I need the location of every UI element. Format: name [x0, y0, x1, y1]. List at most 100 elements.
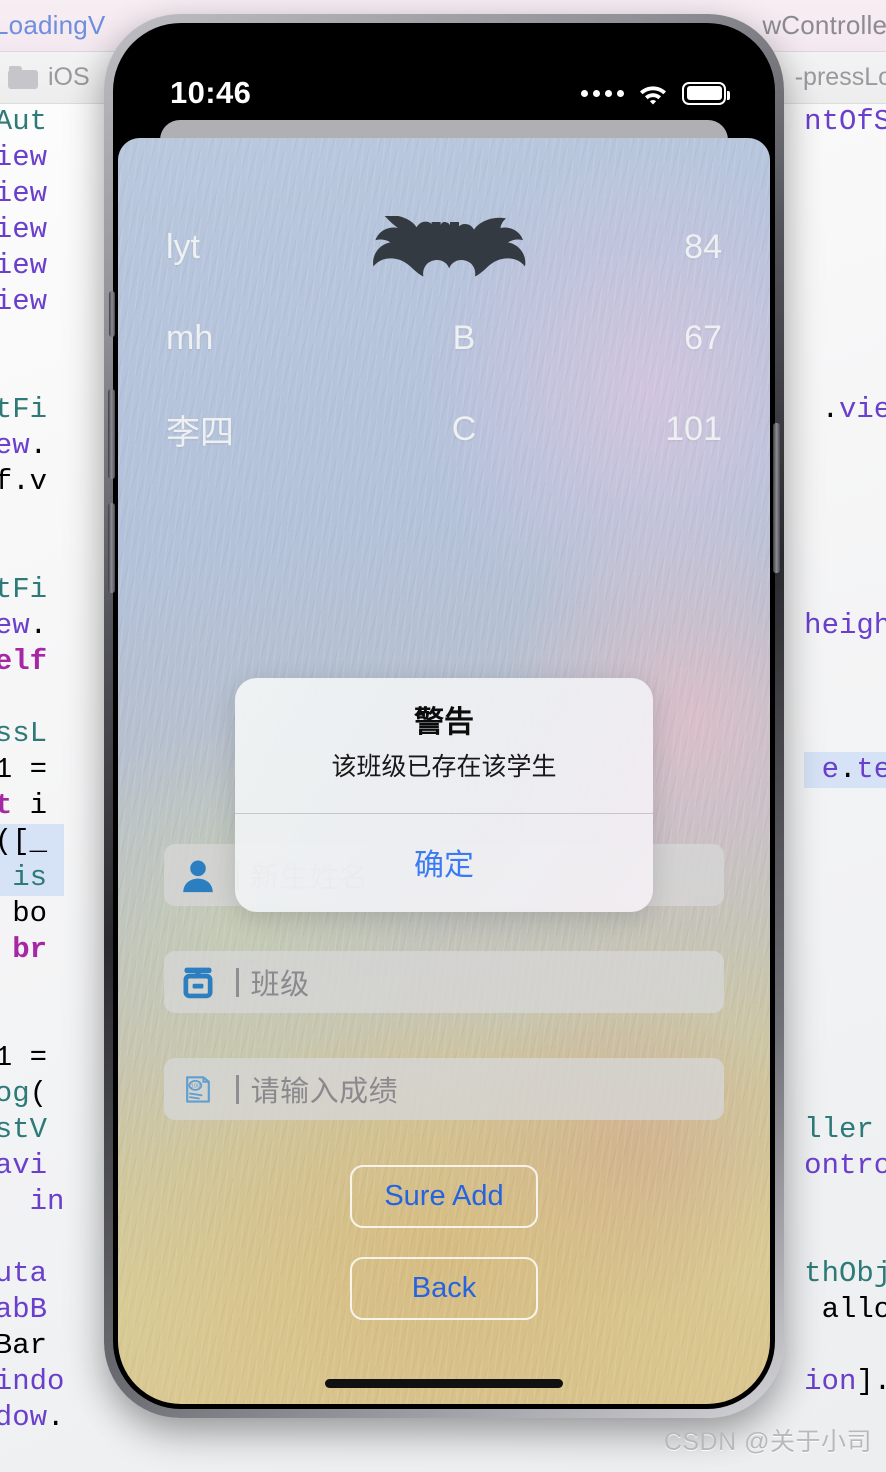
battery-full-icon	[682, 81, 730, 105]
alert-body: 警告 该班级已存在该学生	[235, 678, 653, 813]
power-button[interactable]	[773, 423, 780, 573]
code-line: ntOfSiz	[804, 105, 886, 138]
code-line: indow.	[0, 1401, 65, 1434]
code-line: .view	[0, 285, 48, 318]
code-line: thObjec	[804, 1257, 886, 1290]
code-line: view.	[0, 609, 48, 642]
volume-down-button[interactable]	[108, 503, 115, 593]
code-line: f ([_	[0, 824, 65, 860]
code-line: e.text	[804, 752, 886, 788]
alert-confirm-button[interactable]: 确定	[235, 814, 653, 912]
code-line: ITabB	[0, 1293, 48, 1326]
code-line: in	[29, 1185, 65, 1218]
code-line: SMuta	[0, 1257, 48, 1290]
code-column-right: ntOfSiz .view. height) e.text ller alont…	[804, 104, 886, 1436]
alert-message: 该班级已存在该学生	[331, 752, 557, 781]
code-line: alloc]	[821, 1293, 886, 1326]
code-line: abBar	[0, 1329, 48, 1362]
alert-dialog: 警告 该班级已存在该学生 确定	[235, 678, 653, 912]
editor-tab-left[interactable]: LoadingV	[0, 10, 105, 41]
code-line: view.	[0, 429, 48, 462]
silent-switch[interactable]	[109, 291, 115, 337]
watermark: CSDN @关于小司	[663, 1428, 872, 1456]
signal-dots-icon	[581, 89, 624, 97]
breadcrumb-right-label: -pressLo	[794, 63, 886, 91]
code-line: oo1 =	[0, 1041, 48, 1074]
code-line: .view.	[821, 393, 886, 426]
iphone-device-frame: 10:46 lyt A 84 mh B 67 李四 C 101 警告 该班级已存…	[104, 14, 784, 1418]
alert-title: 警告	[414, 706, 474, 739]
folder-icon	[8, 66, 38, 89]
code-line: br	[12, 933, 48, 966]
code-line: height)	[804, 609, 886, 642]
code-line: ller al	[804, 1113, 874, 1146]
code-line: is	[0, 860, 65, 896]
code-line: IWindo	[0, 1365, 65, 1398]
volume-up-button[interactable]	[108, 389, 115, 479]
status-bar-indicators	[581, 81, 730, 105]
code-line: elf.v	[0, 465, 48, 498]
home-indicator[interactable]	[325, 1379, 563, 1388]
code-line: ontroll	[804, 1149, 886, 1182]
code-line: ristV	[0, 1113, 48, 1146]
code-line: SLog(	[0, 1077, 48, 1110]
status-bar-clock: 10:46	[170, 75, 252, 110]
code-column-left: onAut.view.view.view.view.view extFiview…	[0, 104, 65, 1436]
code-line: extFi	[0, 573, 48, 606]
code-line: .view	[0, 141, 48, 174]
code-line: onAut	[0, 105, 48, 138]
code-line: .view	[0, 177, 48, 210]
phone-bezel: 10:46 lyt A 84 mh B 67 李四 C 101 警告 该班级已存…	[108, 23, 780, 1409]
code-line: ressL	[0, 717, 48, 750]
code-line: int i	[0, 789, 48, 822]
phone-screen: 10:46 lyt A 84 mh B 67 李四 C 101 警告 该班级已存…	[118, 28, 770, 1404]
editor-tab-right[interactable]: wController	[762, 10, 886, 41]
code-line: ,self	[0, 645, 48, 678]
app-root: lyt A 84 mh B 67 李四 C 101 警告 该班级已存在该学生 确定	[118, 138, 770, 1404]
code-line: .view	[0, 249, 48, 282]
breadcrumb-left-group[interactable]: iOS	[8, 63, 90, 92]
code-line: oo1 =	[0, 753, 48, 786]
code-line: ion].wi	[804, 1365, 886, 1398]
code-line: .view	[0, 213, 48, 246]
status-bar: 10:46	[118, 28, 770, 128]
breadcrumb-left-label: iOS	[48, 63, 90, 91]
wifi-icon	[636, 81, 670, 105]
code-line: extFi	[0, 393, 48, 426]
code-line: bo	[12, 897, 48, 930]
